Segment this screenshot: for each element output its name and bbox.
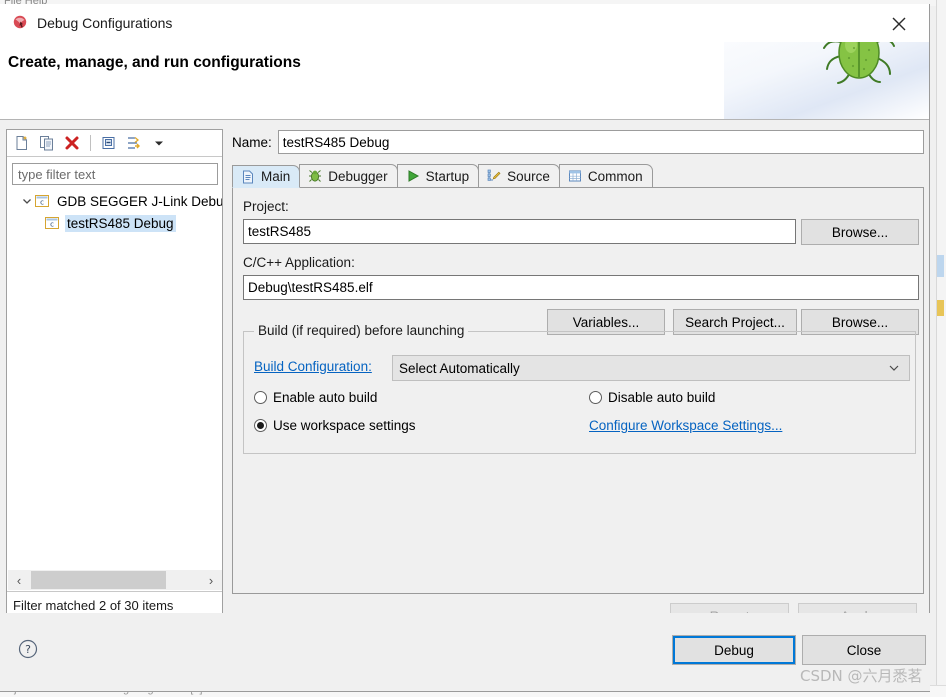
table-icon (567, 168, 583, 184)
scrollbar-thumb[interactable] (31, 571, 166, 589)
launch-config-toolbar (7, 130, 222, 157)
chevron-expanded-icon[interactable] (22, 194, 32, 208)
build-group-legend: Build (if required) before launching (254, 323, 469, 338)
tree-item-label: GDB SEGGER J-Link Debu (57, 193, 222, 209)
svg-text:c: c (50, 221, 54, 229)
project-input[interactable] (243, 219, 796, 244)
help-question-icon[interactable]: ? (18, 639, 38, 659)
configuration-name-input[interactable] (277, 130, 924, 154)
radio-label: Use workspace settings (273, 418, 416, 433)
page-title: Create, manage, and run configurations (8, 54, 301, 71)
scrollbar-track[interactable] (30, 570, 200, 590)
radio-indicator[interactable] (254, 419, 267, 432)
background-ruler-mark-blue (937, 255, 944, 277)
dialog-title: Debug Configurations (37, 15, 173, 31)
tab-label: Source (507, 168, 550, 184)
eclipse-debug-icon (12, 15, 29, 32)
tree-item-testrs485-debug[interactable]: c testRS485 Debug (8, 212, 222, 234)
tab-common[interactable]: Common (558, 164, 653, 187)
chevron-down-icon[interactable] (148, 132, 170, 154)
close-button[interactable]: Close (802, 635, 926, 665)
build-configuration-link[interactable]: Build Configuration: (254, 359, 372, 374)
project-browse-button[interactable]: Browse... (801, 219, 919, 245)
name-row: Name: (232, 129, 924, 155)
radio-label: Enable auto build (273, 390, 378, 405)
background-right-ruler (936, 0, 946, 697)
source-edit-icon (486, 168, 502, 184)
project-label: Project: (243, 199, 289, 214)
build-configuration-value: Select Automatically (399, 360, 520, 376)
application-label: C/C++ Application: (243, 255, 355, 270)
green-play-icon (405, 168, 421, 184)
tree-item-label: testRS485 Debug (65, 214, 176, 232)
radio-indicator[interactable] (589, 391, 602, 404)
background-ruler-mark-yellow (937, 300, 944, 316)
tab-label: Main (261, 169, 291, 184)
radio-disable-auto-build[interactable]: Disable auto build (589, 390, 715, 405)
svg-text:c: c (40, 199, 44, 207)
tab-debugger[interactable]: Debugger (299, 164, 398, 187)
copy-icon[interactable] (36, 132, 58, 154)
configuration-editor-panel: Name: Main (228, 129, 924, 630)
radio-indicator[interactable] (254, 391, 267, 404)
tab-label: Debugger (328, 168, 388, 184)
close-icon[interactable] (883, 10, 915, 38)
configuration-tabs: Main Debugger Startup Source Common (232, 164, 924, 188)
tab-label: Startup (425, 168, 470, 184)
launch-configurations-panel: c GDB SEGGER J-Link Debu c testRS485 Deb… (6, 129, 223, 620)
chevron-down-icon (887, 361, 901, 378)
dialog-footer: ? Debug Close CSDN @六月悉茗 (0, 613, 930, 691)
name-label: Name: (232, 134, 272, 150)
tab-source[interactable]: Source (478, 164, 560, 187)
new-file-icon[interactable] (11, 132, 33, 154)
build-configuration-select[interactable]: Select Automatically (392, 355, 910, 381)
application-input[interactable] (243, 275, 919, 300)
watermark-text: CSDN @六月悉茗 (800, 667, 923, 685)
configure-workspace-settings-link[interactable]: Configure Workspace Settings... (589, 418, 782, 433)
launch-configurations-tree: c GDB SEGGER J-Link Debu c testRS485 Deb… (8, 190, 222, 590)
document-icon (240, 169, 256, 185)
tree-item-gdb-segger[interactable]: c GDB SEGGER J-Link Debu (8, 190, 222, 212)
red-x-icon[interactable] (61, 132, 83, 154)
svg-text:?: ? (25, 643, 31, 656)
scroll-left-icon[interactable]: ‹ (8, 570, 30, 590)
bug-icon (307, 168, 323, 184)
collapse-all-icon[interactable] (98, 132, 120, 154)
radio-label: Disable auto build (608, 390, 716, 405)
header-banner (724, 42, 929, 119)
tab-main[interactable]: Main (232, 165, 301, 188)
debug-button[interactable]: Debug (672, 635, 796, 665)
scroll-right-icon[interactable]: › (200, 570, 222, 590)
build-before-launch-group: Build (if required) before launching Bui… (243, 323, 916, 454)
c-config-icon: c (34, 193, 50, 209)
main-tab-page: Project: Browse... C/C++ Application: Va… (232, 188, 924, 594)
dialog-titlebar: Debug Configurations (0, 4, 929, 42)
c-config-icon: c (44, 215, 60, 231)
filter-text-input[interactable] (12, 163, 218, 185)
tab-startup[interactable]: Startup (396, 164, 480, 187)
radio-use-workspace-settings[interactable]: Use workspace settings (254, 418, 416, 433)
tab-label: Common (587, 168, 643, 184)
green-bug-icon (821, 42, 897, 89)
dialog-header: Create, manage, and run configurations (0, 42, 929, 120)
radio-enable-auto-build[interactable]: Enable auto build (254, 390, 377, 405)
tree-horizontal-scrollbar[interactable]: ‹ › (8, 570, 222, 590)
debug-configurations-dialog: Debug Configurations Create, manage, and… (0, 4, 930, 692)
dialog-body: c GDB SEGGER J-Link Debu c testRS485 Deb… (0, 120, 930, 691)
toolbar-separator (90, 135, 91, 151)
filter-arrows-icon[interactable] (123, 132, 145, 154)
